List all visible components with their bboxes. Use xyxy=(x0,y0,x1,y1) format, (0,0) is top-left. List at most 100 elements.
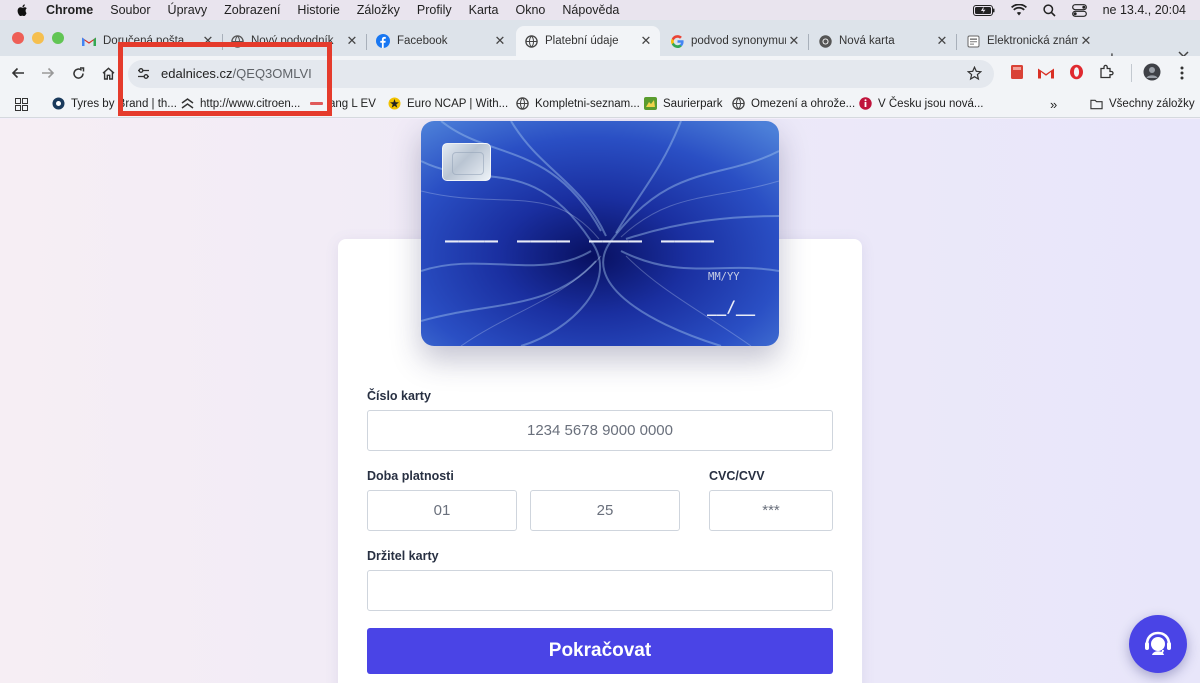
expiry-year-input[interactable] xyxy=(530,490,680,531)
apple-icon[interactable] xyxy=(16,3,30,17)
expiry-month-input[interactable] xyxy=(367,490,517,531)
document-icon xyxy=(966,34,980,48)
card-number-group: ____ xyxy=(516,218,570,243)
chat-support-icon xyxy=(1145,631,1171,655)
tab-title: Nová karta xyxy=(839,35,895,47)
battery-icon[interactable] xyxy=(972,4,995,16)
innogy-icon xyxy=(859,97,872,110)
browser-menu-icon[interactable] xyxy=(1180,66,1184,80)
support-chat-button[interactable] xyxy=(1129,615,1187,673)
globe-icon xyxy=(516,97,529,110)
bookmark-label: V Česku jsou nová... xyxy=(878,97,984,110)
card-number-group: ____ xyxy=(660,218,714,243)
tab-google-search[interactable]: podvod synonymum ✕ xyxy=(662,26,808,56)
tab-title: podvod synonymum xyxy=(691,35,786,47)
apps-grid-icon[interactable] xyxy=(15,98,28,111)
minimize-window-button[interactable] xyxy=(32,32,44,44)
reload-icon xyxy=(72,66,84,79)
bookmark-v-cesku[interactable]: V Česku jsou nová... xyxy=(859,97,983,110)
tab-facebook[interactable]: Facebook ✕ xyxy=(368,26,514,56)
google-icon xyxy=(670,34,684,48)
extension-red-book-icon[interactable] xyxy=(1010,64,1024,80)
bookmark-label: Omezení a ohrože... xyxy=(751,97,856,110)
menu-tab[interactable]: Karta xyxy=(469,3,499,17)
menu-app-name[interactable]: Chrome xyxy=(46,3,93,17)
reload-button[interactable] xyxy=(70,65,86,81)
folder-icon xyxy=(1090,97,1103,110)
card-number-group: ____ xyxy=(445,218,498,243)
bookmark-label: Euro NCAP | With... xyxy=(407,97,509,110)
tab-close-icon[interactable]: ✕ xyxy=(786,33,802,49)
tab-title: Elektronická známka xyxy=(987,35,1078,47)
globe-icon xyxy=(732,97,745,110)
zoom-window-button[interactable] xyxy=(52,32,64,44)
tab-title: Facebook xyxy=(397,35,448,47)
card-chip xyxy=(442,143,491,181)
tab-close-icon[interactable]: ✕ xyxy=(492,33,508,49)
extension-opera-icon[interactable] xyxy=(1069,64,1084,80)
expiry-label: Doba platnosti xyxy=(367,469,454,483)
menu-edit[interactable]: Úpravy xyxy=(168,3,208,17)
menubar-clock[interactable]: ne 13.4., 20:04 xyxy=(1103,3,1186,17)
bookmark-label: Kompletni-seznam... xyxy=(535,97,640,110)
bookmark-euroncap[interactable]: Euro NCAP | With... xyxy=(388,97,508,110)
extension-gmail-icon[interactable] xyxy=(1038,67,1054,79)
close-window-button[interactable] xyxy=(12,32,24,44)
card-expiry-value: __/__ xyxy=(707,297,756,316)
chrome-icon xyxy=(818,34,832,48)
macos-menu-bar: Chrome Soubor Úpravy Zobrazení Historie … xyxy=(0,0,1200,20)
tab-close-icon[interactable]: ✕ xyxy=(1078,33,1094,49)
url-highlight-annotation xyxy=(118,42,332,116)
saurierpark-icon xyxy=(644,97,657,110)
spotlight-search-icon[interactable] xyxy=(1042,3,1056,17)
profile-avatar-icon[interactable] xyxy=(1143,63,1161,81)
tab-new-tab[interactable]: Nová karta ✕ xyxy=(810,26,956,56)
bookmark-star-icon[interactable] xyxy=(967,66,982,81)
facebook-icon xyxy=(376,34,390,48)
extensions-puzzle-icon[interactable] xyxy=(1099,64,1114,79)
card-number-input[interactable] xyxy=(367,410,833,451)
home-button[interactable] xyxy=(100,65,116,81)
menu-help[interactable]: Nápověda xyxy=(562,3,619,17)
forward-button[interactable] xyxy=(40,65,56,81)
cvc-input[interactable] xyxy=(709,490,833,531)
tab-payment-details[interactable]: Platební údaje ✕ xyxy=(516,26,660,56)
gmail-icon xyxy=(82,34,96,48)
bookmark-label: ang L EV xyxy=(329,97,376,110)
tab-close-icon[interactable]: ✕ xyxy=(344,33,360,49)
arrow-right-icon xyxy=(42,67,55,79)
window-controls xyxy=(12,32,64,44)
menu-window[interactable]: Okno xyxy=(516,3,546,17)
cvc-label: CVC/CVV xyxy=(709,469,765,483)
credit-card-preview: ____ ____ ____ ____ MM/YY __/__ xyxy=(421,121,779,346)
tab-electronic-vignette[interactable]: Elektronická známka ✕ xyxy=(958,26,1100,56)
menu-profiles[interactable]: Profily xyxy=(417,3,452,17)
arrow-left-icon xyxy=(11,67,24,79)
continue-button[interactable]: Pokračovat xyxy=(367,628,833,674)
back-button[interactable] xyxy=(10,65,26,81)
bookmark-label: Všechny záložky xyxy=(1109,97,1195,110)
bookmark-kompletni-seznam[interactable]: Kompletni-seznam... xyxy=(516,97,640,110)
menu-history[interactable]: Historie xyxy=(297,3,339,17)
menu-view[interactable]: Zobrazení xyxy=(224,3,280,17)
bookmark-omezeni[interactable]: Omezení a ohrože... xyxy=(732,97,855,110)
menu-file[interactable]: Soubor xyxy=(110,3,150,17)
payment-page: ____ ____ ____ ____ MM/YY __/__ Číslo karty… xyxy=(0,119,1200,683)
euroncap-icon xyxy=(388,97,401,110)
card-number-preview: ____ ____ ____ ____ xyxy=(445,218,733,243)
more-bookmarks-button[interactable]: » xyxy=(1050,97,1057,112)
card-number-label: Číslo karty xyxy=(367,389,431,403)
bookmark-label: Saurierpark xyxy=(663,97,723,110)
card-holder-input[interactable] xyxy=(367,570,833,611)
menu-bookmarks[interactable]: Záložky xyxy=(357,3,400,17)
all-bookmarks-folder[interactable]: Všechny záložky xyxy=(1090,97,1195,110)
tab-close-icon[interactable]: ✕ xyxy=(934,33,950,49)
bookmark-saurierpark[interactable]: Saurierpark xyxy=(644,97,722,110)
tyres-icon xyxy=(52,97,65,110)
wifi-icon[interactable] xyxy=(1010,4,1027,16)
card-number-group: ____ xyxy=(588,218,642,243)
card-expiry-label: MM/YY xyxy=(708,271,740,283)
tab-close-icon[interactable]: ✕ xyxy=(638,33,654,49)
home-icon xyxy=(102,66,114,80)
control-center-icon[interactable] xyxy=(1071,3,1087,17)
